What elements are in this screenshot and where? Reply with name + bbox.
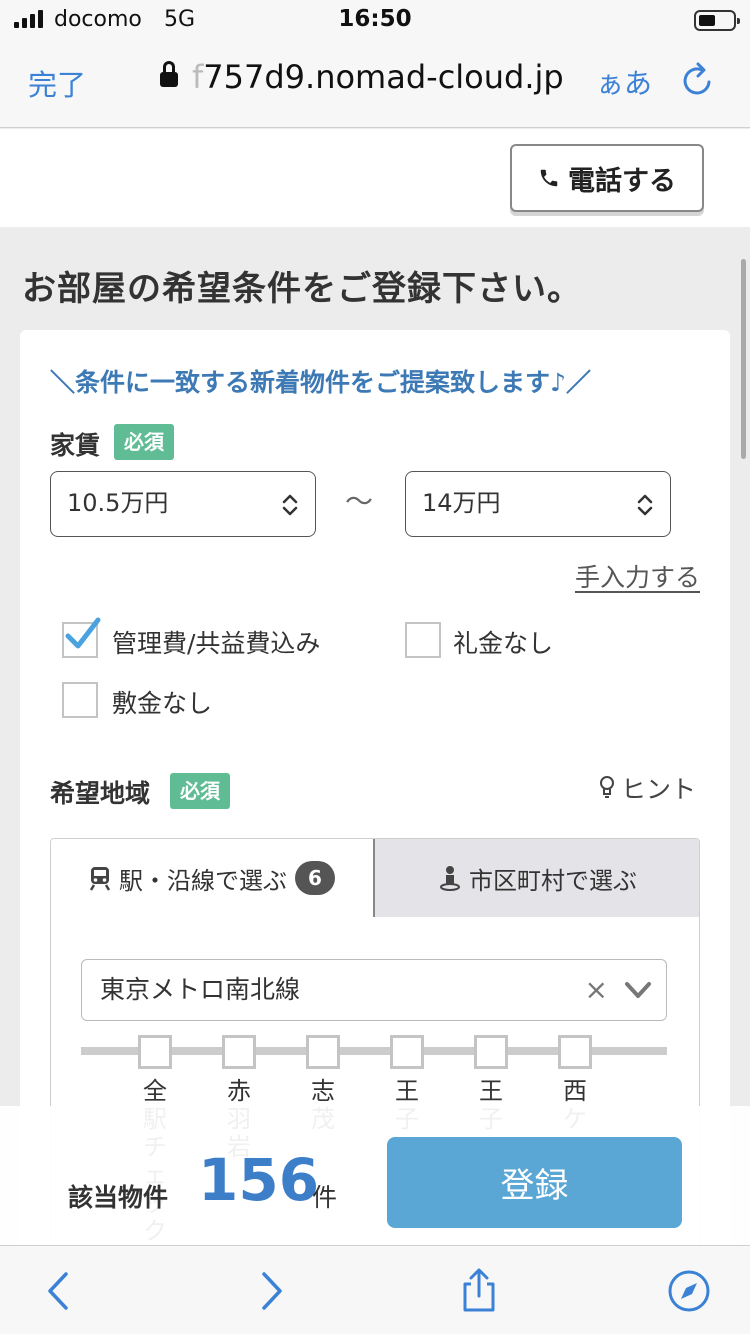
- clear-icon[interactable]: ×: [585, 960, 608, 1020]
- chevron-down-icon[interactable]: [624, 978, 652, 1002]
- browser-address-bar: 完了 f757d9.nomad-cloud.jp ぁあ: [0, 40, 750, 128]
- updown-chevron-icon: [637, 494, 653, 516]
- checkbox-management-fee[interactable]: [62, 617, 101, 658]
- status-bar: docomo 5G 16:50: [0, 0, 750, 40]
- tab-municipality-label: 市区町村で選ぶ: [469, 866, 637, 895]
- hint-label: ヒント: [620, 775, 696, 804]
- selected-count-badge: 6: [295, 861, 335, 895]
- url-faded-prefix: f: [192, 58, 204, 96]
- result-count-bar: 該当物件 156 件 登録: [0, 1106, 750, 1245]
- line-select-value: 東京メトロ南北線: [100, 975, 301, 1004]
- rent-required-badge: 必須: [114, 424, 174, 460]
- url-domain: 757d9.nomad-cloud.jp: [203, 58, 564, 96]
- updown-chevron-icon: [282, 494, 298, 516]
- page-header: 電話する: [0, 129, 750, 227]
- rent-min-select[interactable]: 10.5万円: [50, 471, 316, 537]
- hint-link[interactable]: ヒント: [599, 770, 696, 806]
- register-button[interactable]: 登録: [387, 1137, 682, 1228]
- rent-max-value: 14万円: [422, 489, 501, 517]
- done-button[interactable]: 完了: [28, 62, 86, 104]
- range-separator: 〜: [345, 485, 374, 518]
- forward-icon[interactable]: [248, 1268, 294, 1314]
- back-icon[interactable]: [36, 1268, 82, 1314]
- lock-icon: [160, 61, 178, 90]
- tab-station-line[interactable]: 駅・沿線で選ぶ 6: [51, 839, 375, 917]
- checkmark-icon: [65, 617, 101, 649]
- area-required-badge: 必須: [170, 773, 230, 809]
- result-unit: 件: [312, 1183, 338, 1212]
- phone-icon: [540, 169, 558, 187]
- station-checkbox[interactable]: [138, 1035, 172, 1069]
- result-label: 該当物件: [68, 1183, 169, 1212]
- rent-min-value: 10.5万円: [67, 489, 169, 517]
- reload-icon[interactable]: [678, 60, 718, 100]
- url-text[interactable]: f757d9.nomad-cloud.jp: [192, 58, 564, 96]
- lightbulb-icon: [599, 776, 614, 798]
- call-button[interactable]: 電話する: [510, 144, 704, 212]
- station-checkbox[interactable]: [222, 1035, 256, 1069]
- page-content: 電話する お部屋の希望条件をご登録下さい。 ＼条件に一致する新着物件をご提案致し…: [0, 129, 750, 1245]
- manual-input-link[interactable]: 手入力する: [575, 558, 700, 594]
- compass-icon[interactable]: [666, 1268, 712, 1314]
- station-checkbox[interactable]: [306, 1035, 340, 1069]
- status-time: 16:50: [338, 6, 412, 32]
- person-pin-icon: [440, 866, 460, 891]
- page-title: お部屋の希望条件をご登録下さい。: [22, 269, 582, 309]
- station-checkbox[interactable]: [558, 1035, 592, 1069]
- station-checkbox[interactable]: [390, 1035, 424, 1069]
- text-size-button[interactable]: ぁあ: [596, 62, 652, 102]
- checkbox-no-deposit[interactable]: [62, 682, 98, 718]
- area-label: 希望地域: [50, 779, 151, 808]
- share-icon[interactable]: [456, 1268, 502, 1314]
- option-label: 敷金なし: [112, 689, 213, 718]
- result-count: 156: [198, 1146, 320, 1214]
- call-button-label: 電話する: [568, 165, 676, 197]
- option-label: 管理費/共益費込み: [112, 629, 321, 658]
- tagline: ＼条件に一致する新着物件をご提案致します♪／: [50, 368, 591, 397]
- browser-toolbar: [0, 1245, 750, 1334]
- line-select[interactable]: 東京メトロ南北線 ×: [81, 959, 667, 1021]
- tab-municipality[interactable]: 市区町村で選ぶ: [375, 839, 699, 917]
- rent-max-select[interactable]: 14万円: [405, 471, 671, 537]
- battery-icon: [694, 10, 740, 31]
- option-label: 礼金なし: [453, 629, 554, 658]
- tab-station-label: 駅・沿線で選ぶ: [119, 866, 287, 895]
- scroll-indicator[interactable]: [741, 259, 746, 459]
- train-icon: [89, 867, 111, 891]
- rent-label: 家賃: [50, 431, 101, 460]
- checkbox-no-key-money[interactable]: [405, 622, 441, 658]
- station-checkbox[interactable]: [474, 1035, 508, 1069]
